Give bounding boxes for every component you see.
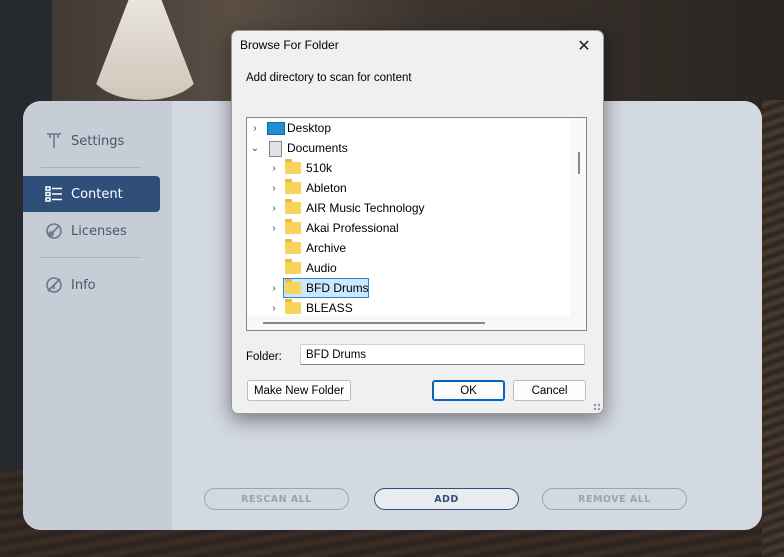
tree-item-archive[interactable]: Archive	[247, 238, 567, 258]
background-right-floor	[762, 100, 784, 557]
tree-item-label: AIR Music Technology	[306, 201, 425, 215]
tree-item-air-music-technology[interactable]: › AIR Music Technology	[247, 198, 567, 218]
documents-icon	[269, 141, 282, 157]
chevron-right-icon[interactable]: ›	[269, 183, 279, 194]
tree-item-510k[interactable]: › 510k	[247, 158, 567, 178]
scrollbar-thumb[interactable]	[263, 322, 485, 324]
sidebar-item-label: Info	[71, 277, 96, 293]
make-new-folder-button[interactable]: Make New Folder	[247, 380, 351, 401]
tree-item-label: BLEASS	[306, 301, 353, 315]
folder-icon	[285, 279, 301, 294]
tree-item-audio[interactable]: Audio	[247, 258, 567, 278]
tree-item-label: Audio	[306, 261, 337, 275]
tree-item-label: Archive	[306, 241, 347, 255]
sidebar-divider	[41, 257, 141, 258]
chevron-down-icon[interactable]: ⌄	[250, 143, 260, 154]
folder-icon	[285, 239, 301, 254]
close-icon[interactable]: ✕	[571, 33, 597, 57]
resize-grip-icon[interactable]	[593, 403, 601, 411]
sidebar-item-label: Licenses	[71, 223, 127, 239]
scrollbar-thumb[interactable]	[578, 152, 580, 174]
cancel-button[interactable]: Cancel	[513, 380, 586, 401]
chevron-right-icon[interactable]: ›	[269, 203, 279, 214]
sidebar-item-info[interactable]: Info	[23, 267, 160, 303]
chevron-right-icon[interactable]: ›	[250, 123, 260, 134]
browse-folder-dialog: Browse For Folder ✕ Add directory to sca…	[231, 30, 604, 414]
folder-tree[interactable]: › Desktop ⌄ Documents › 510k › Ableton ›…	[246, 117, 587, 331]
horizontal-scrollbar[interactable]	[247, 316, 586, 330]
tree-item-label: Akai Professional	[306, 221, 399, 235]
folder-icon	[285, 179, 301, 194]
dialog-description: Add directory to scan for content	[246, 72, 412, 84]
tree-item-ableton[interactable]: › Ableton	[247, 178, 567, 198]
tree-item-label: Desktop	[287, 121, 332, 135]
sidebar: Settings Content Licenses Info	[23, 101, 172, 530]
chevron-right-icon[interactable]: ›	[269, 303, 279, 314]
tree-item-label: Documents	[287, 141, 348, 155]
folder-icon	[285, 299, 301, 314]
rescan-all-button[interactable]: RESCAN ALL	[204, 488, 349, 510]
folder-icon	[285, 259, 301, 274]
tree-item-akai-professional[interactable]: › Akai Professional	[247, 218, 567, 238]
chevron-right-icon[interactable]: ›	[269, 163, 279, 174]
tree-item-label: 510k	[306, 161, 333, 175]
info-icon	[41, 275, 67, 295]
remove-all-button[interactable]: REMOVE ALL	[542, 488, 687, 510]
vertical-scrollbar[interactable]	[570, 118, 586, 330]
sidebar-item-licenses[interactable]: Licenses	[23, 213, 160, 249]
sidebar-divider	[41, 167, 141, 168]
folder-icon	[285, 219, 301, 234]
sidebar-item-label: Content	[71, 186, 123, 202]
tree-item-label: Ableton	[306, 181, 347, 195]
license-icon	[41, 221, 67, 241]
folder-input[interactable]: BFD Drums	[300, 344, 585, 365]
chevron-right-icon[interactable]: ›	[269, 223, 279, 234]
tree-item-bleass[interactable]: › BLEASS	[247, 298, 567, 318]
dialog-title: Browse For Folder	[240, 38, 339, 52]
folder-label: Folder:	[246, 351, 282, 363]
folder-icon	[285, 159, 301, 174]
add-button[interactable]: ADD	[374, 488, 519, 510]
tree-item-label: BFD Drums	[306, 281, 369, 295]
list-icon	[41, 184, 67, 204]
ok-button[interactable]: OK	[432, 380, 505, 401]
sidebar-item-content[interactable]: Content	[23, 176, 160, 212]
sidebar-item-settings[interactable]: Settings	[23, 123, 160, 159]
sidebar-item-label: Settings	[71, 133, 125, 149]
tree-item-bfd-drums[interactable]: › BFD Drums	[247, 278, 567, 298]
desktop-icon	[267, 122, 285, 135]
pin-icon	[41, 131, 67, 151]
chevron-right-icon[interactable]: ›	[269, 283, 279, 294]
folder-icon	[285, 199, 301, 214]
